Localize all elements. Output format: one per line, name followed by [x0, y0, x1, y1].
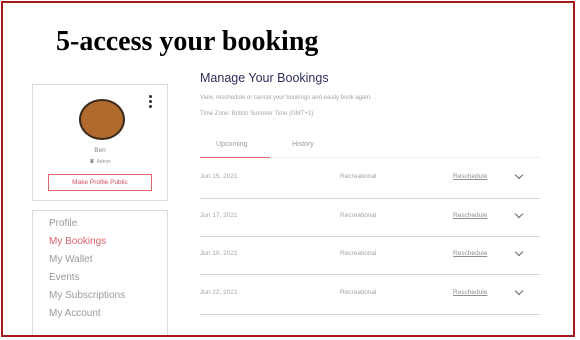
- page-title: Manage Your Bookings: [200, 71, 329, 85]
- row-divider: [200, 198, 540, 199]
- booking-type: Recreational: [340, 173, 377, 180]
- row-divider: [200, 274, 540, 275]
- make-profile-public-button[interactable]: Make Profile Public: [48, 174, 152, 191]
- reschedule-link[interactable]: Reschedule: [453, 289, 487, 296]
- kebab-menu-icon[interactable]: [145, 95, 155, 109]
- tab-divider: [270, 157, 540, 158]
- sidebar-item-my-account[interactable]: My Account: [49, 309, 101, 319]
- booking-date: Jun 15, 2021: [200, 173, 238, 180]
- user-name: Ben: [94, 147, 106, 154]
- sidebar-item-profile[interactable]: Profile: [49, 219, 77, 229]
- booking-type: Recreational: [340, 212, 377, 219]
- reschedule-link[interactable]: Reschedule: [453, 173, 487, 180]
- page-subtitle: View, reschedule or cancel your bookings…: [200, 95, 372, 101]
- booking-date: Jun 22, 2021: [200, 289, 238, 296]
- sidebar-item-events[interactable]: Events: [49, 273, 80, 283]
- booking-date: Jun 19, 2021: [200, 250, 238, 257]
- booking-type: Recreational: [340, 250, 377, 257]
- crown-icon: ♛: [89, 159, 95, 165]
- reschedule-link[interactable]: Reschedule: [453, 212, 487, 219]
- reschedule-link[interactable]: Reschedule: [453, 250, 487, 257]
- sidebar-item-my-subscriptions[interactable]: My Subscriptions: [49, 291, 125, 301]
- active-tab-indicator: [200, 157, 270, 158]
- profile-card: Ben ♛ Admin Make Profile Public: [32, 84, 168, 201]
- user-role: ♛ Admin: [33, 158, 167, 165]
- booking-type: Recreational: [340, 289, 377, 296]
- sidebar-item-my-bookings[interactable]: My Bookings: [49, 237, 106, 247]
- row-divider: [200, 236, 540, 237]
- booking-date: Jun 17, 2021: [200, 212, 238, 219]
- sidebar-nav: Profile My Bookings My Wallet Events My …: [32, 210, 168, 335]
- timezone-label: Time Zone: British Summer Time (GMT+1): [200, 111, 314, 117]
- tab-upcoming[interactable]: Upcoming: [216, 141, 248, 148]
- avatar[interactable]: [79, 99, 125, 140]
- row-divider: [200, 314, 540, 315]
- sidebar-item-my-wallet[interactable]: My Wallet: [49, 255, 93, 265]
- tab-history[interactable]: History: [292, 141, 314, 148]
- slide-title: 5-access your booking: [56, 26, 319, 57]
- user-role-label: Admin: [96, 159, 111, 165]
